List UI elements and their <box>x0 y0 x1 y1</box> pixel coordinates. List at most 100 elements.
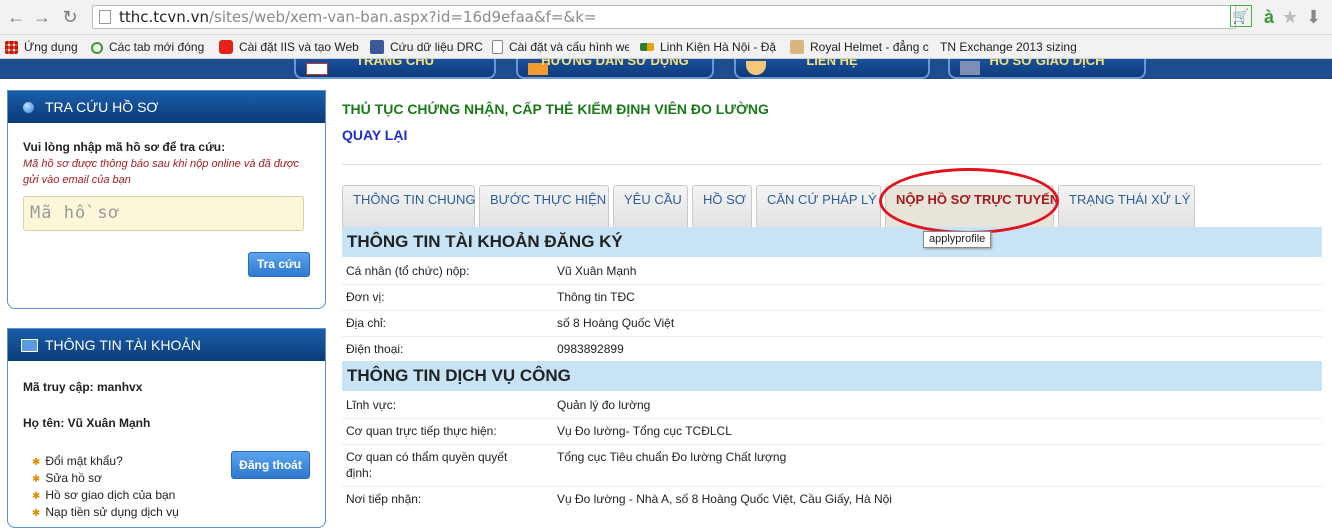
back-arrow-icon[interactable]: ← <box>6 7 26 27</box>
row-divider <box>342 284 1322 285</box>
browser-toolbar: ← → ↻ tthc.tcvn.vn/sites/web/xem-van-ban… <box>0 0 1332 35</box>
id-card-icon <box>21 339 38 352</box>
youtube-icon <box>219 40 233 54</box>
tab-requirements[interactable]: YÊU CẦU <box>613 185 688 227</box>
url-host: tthc.tcvn.vn <box>119 8 209 26</box>
row-divider <box>342 336 1322 337</box>
row-divider <box>342 486 1322 487</box>
lookup-panel: TRA CỨU HỒ SƠ Vui lòng nhập mã hồ sơ để … <box>7 90 326 309</box>
row-value: Quản lý đo lường <box>557 398 651 412</box>
lookup-note: Mã hồ sơ được thông báo sau khi nộp onli… <box>23 158 300 186</box>
section-service-heading: THÔNG TIN DỊCH VỤ CÔNG <box>342 361 1322 391</box>
url-text[interactable]: tthc.tcvn.vn/sites/web/xem-van-ban.aspx?… <box>119 8 596 26</box>
full-name: Họ tên: Vũ Xuân Mạnh <box>23 416 151 430</box>
folder-icon <box>960 61 980 75</box>
forward-arrow-icon[interactable]: → <box>32 7 52 27</box>
bullet-icon: ✱ <box>32 457 41 468</box>
change-password-link[interactable]: ✱ Đổi mật khẩu? <box>32 453 179 470</box>
page-icon <box>492 40 503 54</box>
nav-label: HƯỚNG DẪN SỬ DỤNG <box>541 59 689 68</box>
edit-profile-link[interactable]: ✱ Sửa hồ sơ <box>32 470 179 487</box>
divider <box>342 164 1322 165</box>
bullet-icon: ✱ <box>32 508 41 519</box>
link-label: Sửa hồ sơ <box>45 471 102 485</box>
link-label: Đổi mật khẩu? <box>45 454 123 468</box>
tab-processing-status[interactable]: TRẠNG THÁI XỬ LÝ <box>1058 185 1195 227</box>
bookmark-iis[interactable]: Cài đặt IIS và tạo Web <box>219 37 359 57</box>
bookmark-royal-helmet[interactable]: Royal Helmet - đẳng c <box>790 37 930 57</box>
bookmark-config[interactable]: Cài đặt và cấu hình we <box>492 37 629 57</box>
link-label: Nạp tiền sử dụng dịch vụ <box>45 505 179 519</box>
logout-button[interactable]: Đăng thoát <box>231 451 310 479</box>
row-key: Lĩnh vực: <box>346 398 397 412</box>
nav-home[interactable]: TRANG CHỦ <box>294 59 496 79</box>
section-account-heading: THÔNG TIN TÀI KHOẢN ĐĂNG KÝ <box>342 227 1322 257</box>
dictionary-icon[interactable]: à <box>1264 5 1274 29</box>
lookup-panel-header: TRA CỨU HỒ SƠ <box>8 91 325 123</box>
history-icon <box>91 42 103 54</box>
row-key: Cá nhân (tổ chức) nộp: <box>346 264 470 278</box>
row-value: Thông tin TĐC <box>557 290 635 304</box>
link-label: Hồ sơ giao dịch của bạn <box>45 488 176 502</box>
account-panel: THÔNG TIN TÀI KHOẢN Mã truy cập: manhvx … <box>7 328 326 528</box>
bookmark-apps[interactable]: Ứng dụng <box>5 37 90 57</box>
nav-label: LIÊN HỆ <box>806 59 858 68</box>
lookup-prompt: Vui lòng nhập mã hồ sơ để tra cứu: <box>23 140 226 154</box>
bullet-icon: ✱ <box>32 491 41 502</box>
nav-guide[interactable]: HƯỚNG DẪN SỬ DỤNG <box>516 59 714 79</box>
bookmark-exchange[interactable]: TN Exchange 2013 sizing <box>940 37 1090 57</box>
bookmark-recent-tabs[interactable]: Các tab mới đóng <box>91 37 216 57</box>
row-key: Cơ quan trực tiếp thực hiện: <box>346 424 497 438</box>
tab-steps[interactable]: BƯỚC THỰC HIỆN <box>479 185 609 227</box>
my-transactions-link[interactable]: ✱ Hồ sơ giao dịch của bạn <box>32 487 179 504</box>
bookmark-label: Linh Kiện Hà Nội - Đặ <box>660 40 777 54</box>
tab-tooltip: applyprofile <box>923 231 992 248</box>
row-key: Cơ quan có thẩm quyền quyết định: <box>346 450 508 480</box>
person-icon <box>746 61 766 75</box>
nav-contact[interactable]: LIÊN HỆ <box>734 59 930 79</box>
bookmarks-bar: Ứng dụng Các tab mới đóng Cài đặt IIS và… <box>0 35 1332 59</box>
cart-icon[interactable]: 🛒 <box>1230 5 1252 27</box>
bookmark-label: TN Exchange 2013 sizing <box>940 40 1077 54</box>
bookmark-drc[interactable]: Cứu dữ liệu DRC <box>370 37 485 57</box>
row-key: Địa chỉ: <box>346 316 387 330</box>
row-divider <box>342 418 1322 419</box>
tab-legal-basis[interactable]: CĂN CỨ PHÁP LÝ <box>756 185 881 227</box>
reload-icon[interactable]: ↻ <box>60 7 80 27</box>
nav-label: HỒ SƠ GIAO DỊCH <box>989 59 1105 68</box>
bookmark-label: Ứng dụng <box>24 40 78 54</box>
top-up-link[interactable]: ✱ Nạp tiền sử dụng dịch vụ <box>32 504 179 521</box>
row-key: Đơn vị: <box>346 290 385 304</box>
account-heading: THÔNG TIN TÀI KHOẢN <box>45 337 201 353</box>
row-key: Nơi tiếp nhận: <box>346 492 422 506</box>
star-icon[interactable]: ★ <box>1282 5 1298 29</box>
access-code: Mã truy cập: manhvx <box>23 380 143 394</box>
row-value: Vũ Xuân Mạnh <box>557 264 637 278</box>
bookmark-linh-kien[interactable]: Linh Kiện Hà Nội - Đặ <box>640 37 777 57</box>
bookmark-label: Royal Helmet - đẳng c <box>810 40 929 54</box>
row-value: Vụ Đo lường - Nhà A, số 8 Hoàng Quốc Việ… <box>557 492 892 506</box>
file-code-input[interactable]: Mã hồ sơ <box>23 196 304 231</box>
procedure-title: THỦ TỤC CHỨNG NHẬN, CẤP THẺ KIỂM ĐỊNH VI… <box>342 101 769 117</box>
download-icon[interactable]: ⬇ <box>1306 5 1321 29</box>
back-link[interactable]: QUAY LẠI <box>342 127 407 143</box>
row-value: Vụ Đo lường- Tổng cục TCĐLCL <box>557 424 732 438</box>
row-divider <box>342 444 1322 445</box>
lookup-button[interactable]: Tra cứu <box>248 252 310 277</box>
bookmark-label: Cài đặt và cấu hình we <box>509 40 629 54</box>
address-bar[interactable]: tthc.tcvn.vn/sites/web/xem-van-ban.aspx?… <box>92 5 1236 29</box>
tab-general-info[interactable]: THÔNG TIN CHUNG <box>342 185 476 227</box>
nav-transactions[interactable]: HỒ SƠ GIAO DỊCH <box>948 59 1146 79</box>
row-value: số 8 Hoàng Quốc Việt <box>557 316 675 330</box>
account-links: ✱ Đổi mật khẩu? ✱ Sửa hồ sơ ✱ Hồ sơ giao dị… <box>32 453 179 521</box>
facebook-icon <box>370 40 384 54</box>
lookup-heading: TRA CỨU HỒ SƠ <box>45 99 159 115</box>
crown-icon <box>790 40 804 54</box>
account-panel-header: THÔNG TIN TÀI KHOẢN <box>8 329 325 361</box>
bookmark-label: Cứu dữ liệu DRC <box>390 40 483 54</box>
row-key: Điện thoại: <box>346 342 404 356</box>
site-nav: TRANG CHỦ HƯỚNG DẪN SỬ DỤNG LIÊN HỆ HỒ S… <box>0 59 1332 81</box>
tab-documents[interactable]: HỒ SƠ <box>692 185 752 227</box>
bullet-icon: ✱ <box>32 474 41 485</box>
row-value: Tổng cục Tiêu chuẩn Đo lường Chất lượng <box>557 450 787 464</box>
